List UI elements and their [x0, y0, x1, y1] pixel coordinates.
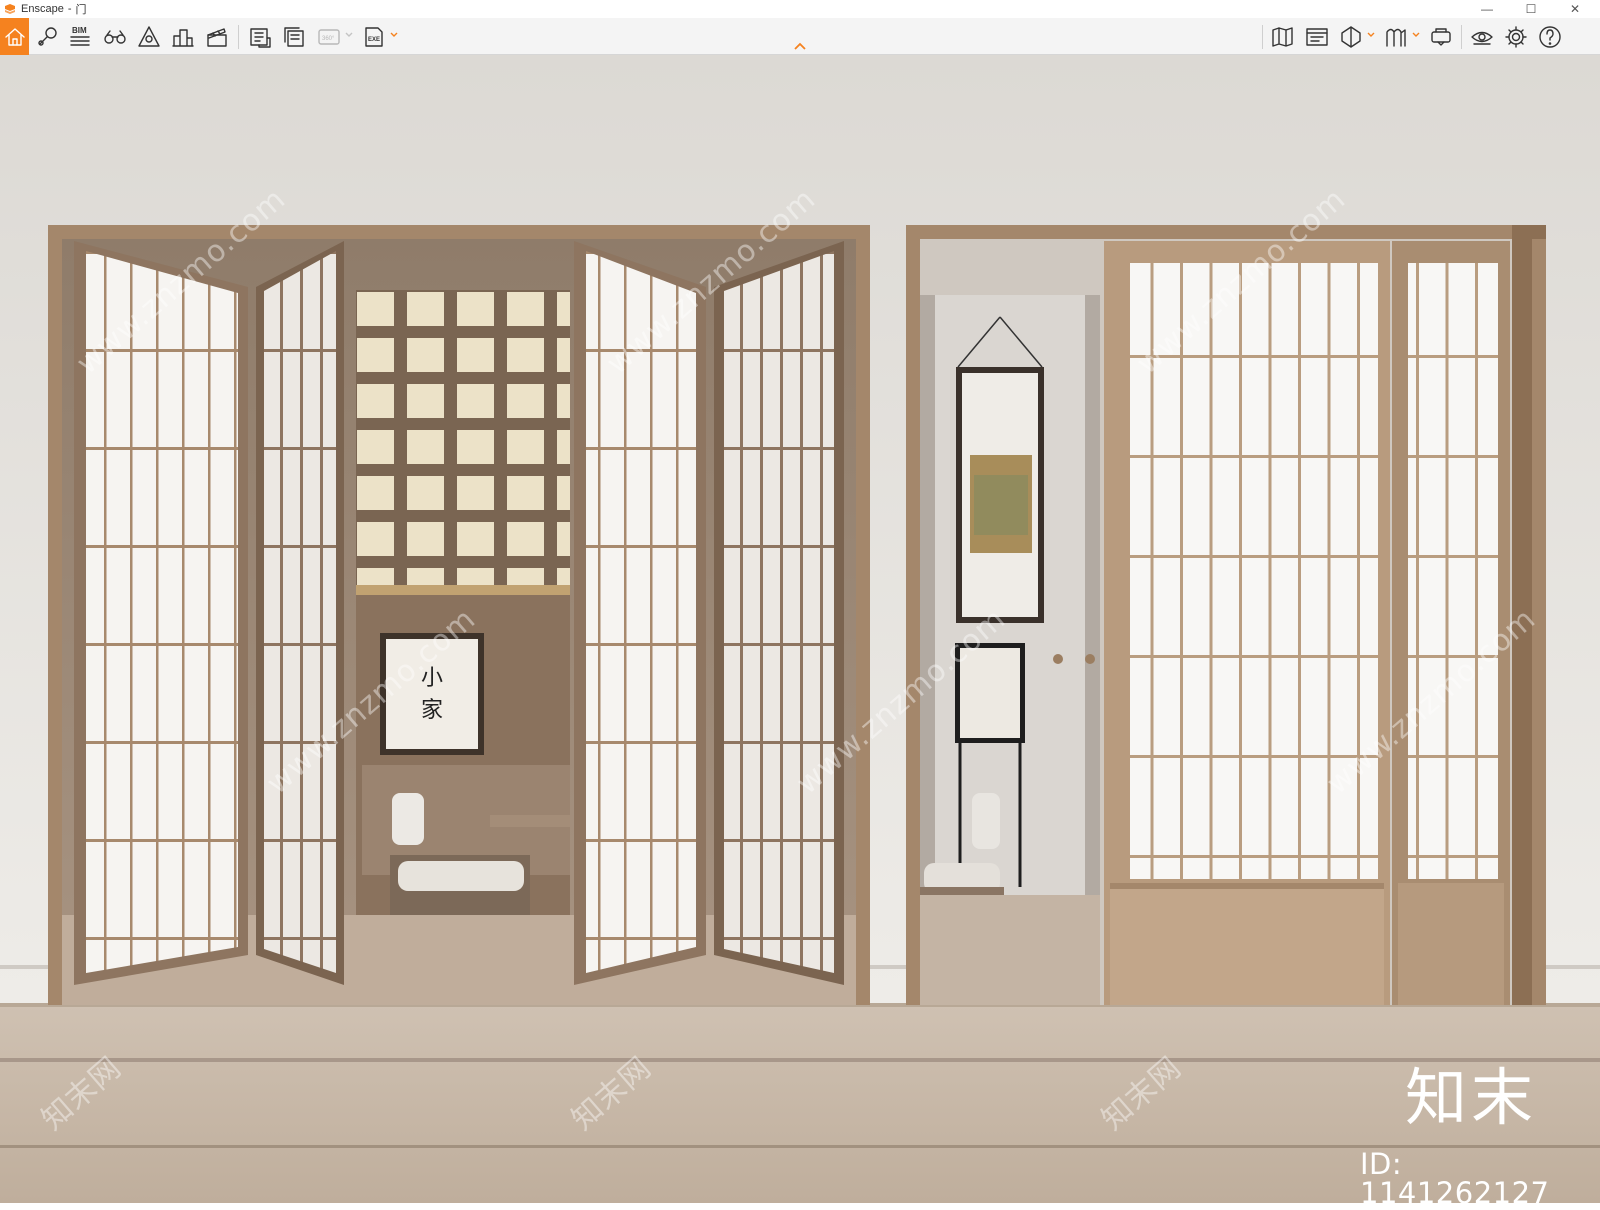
section-dropdown[interactable]	[1366, 27, 1376, 43]
vr-headset-icon	[1430, 27, 1451, 46]
help-button[interactable]	[1534, 21, 1565, 52]
document-name: 门	[75, 4, 87, 16]
views-icon	[37, 26, 57, 46]
toolbar-separator	[238, 25, 239, 49]
material-editor-dropdown[interactable]	[1411, 27, 1421, 43]
screenshot-button[interactable]	[244, 21, 275, 52]
orthographic-icon	[1305, 27, 1328, 46]
views-button[interactable]	[32, 21, 63, 52]
video-editor-icon	[206, 27, 227, 47]
asset-library-button[interactable]	[133, 21, 164, 52]
toolbar-separator	[1461, 25, 1462, 49]
visibility-button[interactable]	[1466, 21, 1497, 52]
close-button[interactable]: ✕	[1552, 0, 1598, 18]
chevron-down-icon	[345, 32, 353, 37]
calligraphy-char-1: 小	[421, 666, 443, 691]
map-icon	[1271, 26, 1293, 47]
panorama-dropdown[interactable]	[344, 27, 354, 43]
chevron-up-icon[interactable]	[793, 41, 807, 51]
maximize-button[interactable]: ☐	[1508, 0, 1554, 18]
title-bar: Enscape - 门 — ☐ ✕	[0, 0, 1600, 18]
home-button[interactable]	[0, 18, 29, 55]
calligraphy-char-2: 家	[421, 698, 443, 723]
vr-headset-button[interactable]	[1425, 21, 1456, 52]
render-image: 小 家	[0, 55, 1600, 1203]
material-editor-icon	[1385, 28, 1406, 47]
objects-icon	[171, 28, 194, 47]
screenshot-icon	[249, 27, 271, 48]
batch-render-icon	[283, 26, 304, 47]
export-button[interactable]: EXE	[358, 21, 389, 52]
title-separator: -	[67, 3, 72, 15]
panorama-button[interactable]: 360°	[313, 21, 344, 52]
bim-button[interactable]: BIM	[64, 21, 95, 52]
map-button[interactable]	[1267, 21, 1298, 52]
binoculars-button[interactable]	[99, 21, 130, 52]
toolbar-separator	[1262, 25, 1263, 49]
image-id-label: ID: 1141262127	[1360, 1147, 1550, 1210]
video-editor-button[interactable]	[201, 21, 232, 52]
svg-text:EXE: EXE	[368, 37, 380, 43]
render-viewport[interactable]: 小 家 www.znzmo.com www.znzmo.com www.znzm…	[0, 55, 1600, 1203]
binoculars-icon	[103, 29, 126, 44]
visibility-icon	[1470, 31, 1493, 45]
minimize-button[interactable]: —	[1464, 0, 1510, 18]
orthographic-button[interactable]	[1301, 21, 1332, 52]
app-name: Enscape	[21, 3, 64, 15]
chevron-down-icon	[1367, 32, 1375, 37]
panorama-icon: 360°	[317, 28, 340, 45]
bim-icon: BIM	[69, 26, 90, 46]
help-icon	[1538, 25, 1561, 48]
export-exe-icon: EXE	[364, 26, 383, 47]
section-button[interactable]	[1335, 21, 1366, 52]
svg-text:BIM: BIM	[72, 26, 87, 35]
objects-button[interactable]	[167, 21, 198, 52]
asset-library-icon	[137, 25, 160, 47]
enscape-logo-icon	[3, 2, 17, 16]
brand-watermark: 知末	[1405, 1061, 1538, 1134]
home-icon	[4, 27, 25, 46]
chevron-down-icon	[390, 32, 398, 37]
settings-icon	[1504, 25, 1527, 48]
batch-render-button[interactable]	[278, 21, 309, 52]
export-dropdown[interactable]	[389, 27, 399, 43]
material-editor-button[interactable]	[1380, 21, 1411, 52]
svg-text:360°: 360°	[322, 36, 335, 42]
chevron-down-icon	[1412, 32, 1420, 37]
settings-button[interactable]	[1500, 21, 1531, 52]
section-icon	[1340, 25, 1361, 48]
